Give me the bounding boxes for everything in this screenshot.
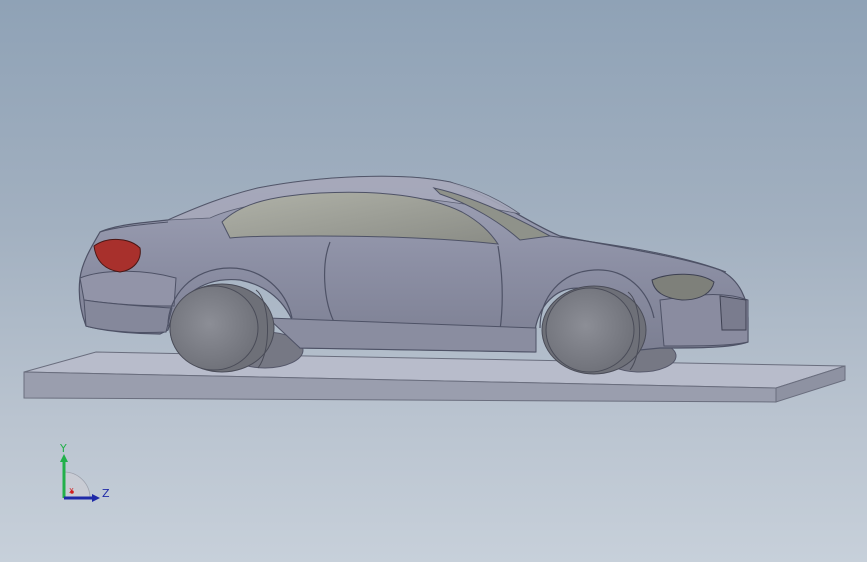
y-axis-label: Y (59, 442, 67, 455)
front-wheel[interactable] (541, 285, 647, 375)
base-plate[interactable] (23, 351, 846, 403)
reference-triad: Y Z X (59, 442, 110, 502)
graphics-viewport[interactable]: Y Z X (0, 0, 867, 562)
z-axis-label: Z (102, 487, 110, 500)
model-scene[interactable] (0, 0, 867, 562)
rear-wheel[interactable] (169, 283, 275, 373)
x-axis-label: X (69, 487, 74, 495)
triad-plane-icon (63, 471, 91, 499)
